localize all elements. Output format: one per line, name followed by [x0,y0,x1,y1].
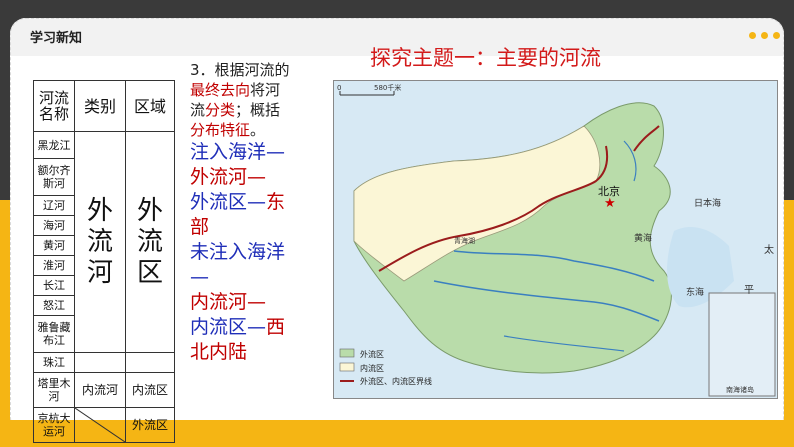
river-cell: 雅鲁藏布江 [33,315,75,353]
map-label-south-sea: 南海诸岛 [726,385,754,394]
answer-line: 外流区—东 [190,191,286,213]
map-label-pacific-2: 平 [744,285,754,296]
river-cell: 黄河 [33,235,75,256]
region-inland-cell: 内流区 [125,372,175,408]
river-cell: 珠江 [33,352,75,373]
dot-icon [761,32,768,39]
map-label-east-sea: 东海 [686,286,704,298]
river-cell: 塔里木河 [33,372,75,408]
answer-line: 内流区—西 [190,316,286,338]
map-label-japan-sea: 日本海 [694,197,721,209]
task-line-1: 3．根据河流的 [190,61,290,79]
scale-zero: 0 [337,84,341,92]
map-label-pacific-1: 太 [764,243,774,256]
river-cell: 京杭大运河 [33,407,75,443]
task-text: 3．根据河流的 最终去向将河 流分类；概括 分布特征。 注入海洋— 外流河— 外… [190,60,330,365]
legend-label-outflow: 外流区 [360,349,384,359]
river-classification-table: 河流名称 类别 区域 黑龙江 外 流 河 外 流 区 额尔齐斯河 辽河 海河 黄… [33,80,175,443]
answer-line: 部 [190,216,210,238]
river-cell: 淮河 [33,255,75,276]
answer-line: 外流河— [190,166,267,188]
answer-line: 未注入海洋 [190,241,286,263]
task-line-3: 流分类；概括 [190,101,281,119]
river-cell: 怒江 [33,295,75,316]
empty-cell [125,352,175,373]
header-dots [744,24,780,43]
capital-label: 北京 [598,184,620,198]
map-label-qinghai: 青海湖 [454,236,475,245]
header-category: 类别 [74,80,126,132]
scale-label: 580千米 [374,83,401,92]
section-title: 学习新知 [30,31,83,46]
category-outflow-cell: 外 流 河 [74,131,126,353]
capital-star-icon: ★ [604,196,616,211]
river-cell: 长江 [33,275,75,296]
map-label-yellow-sea: 黄海 [634,232,652,244]
legend-swatch-inland [339,362,355,372]
region-outflow-cell: 外 流 区 [125,131,175,353]
answer-line: 注入海洋— [190,141,286,163]
river-cell: 额尔齐斯河 [33,158,75,196]
legend-swatch-outflow [339,348,355,358]
dot-icon [773,32,780,39]
answer-line: 内流河— [190,291,267,313]
legend-label-inland: 内流区 [360,363,384,373]
header-river-name: 河流名称 [33,80,75,132]
category-inland-cell: 内流河 [74,372,126,408]
empty-cell [74,352,126,373]
topic-title: 探究主题一：主要的河流 [370,46,601,70]
river-cell: 海河 [33,215,75,236]
region-canal-cell: 外流区 [125,407,175,443]
map-svg: 0 580千米 ★ 北京 黄海 东海 日本海 太 平 青海湖 南海诸岛 外流区 … [337,83,776,397]
map-legend: 外流区 内流区 外流区、内流区界线 [339,348,432,386]
river-cell: 辽河 [33,195,75,216]
diagonal-cell [74,407,126,443]
answer-line: — [190,266,209,288]
task-line-4: 分布特征。 [190,121,266,139]
header-region: 区域 [125,80,175,132]
task-line-2: 最终去向将河 [190,81,281,99]
legend-label-boundary: 外流区、内流区界线 [360,376,432,386]
river-cell: 黑龙江 [33,131,75,159]
diagonal-line [75,408,125,442]
dot-icon [749,32,756,39]
china-rivers-map: 0 580千米 ★ 北京 黄海 东海 日本海 太 平 青海湖 南海诸岛 外流区 … [333,80,778,399]
answer-line: 北内陆 [190,341,248,363]
